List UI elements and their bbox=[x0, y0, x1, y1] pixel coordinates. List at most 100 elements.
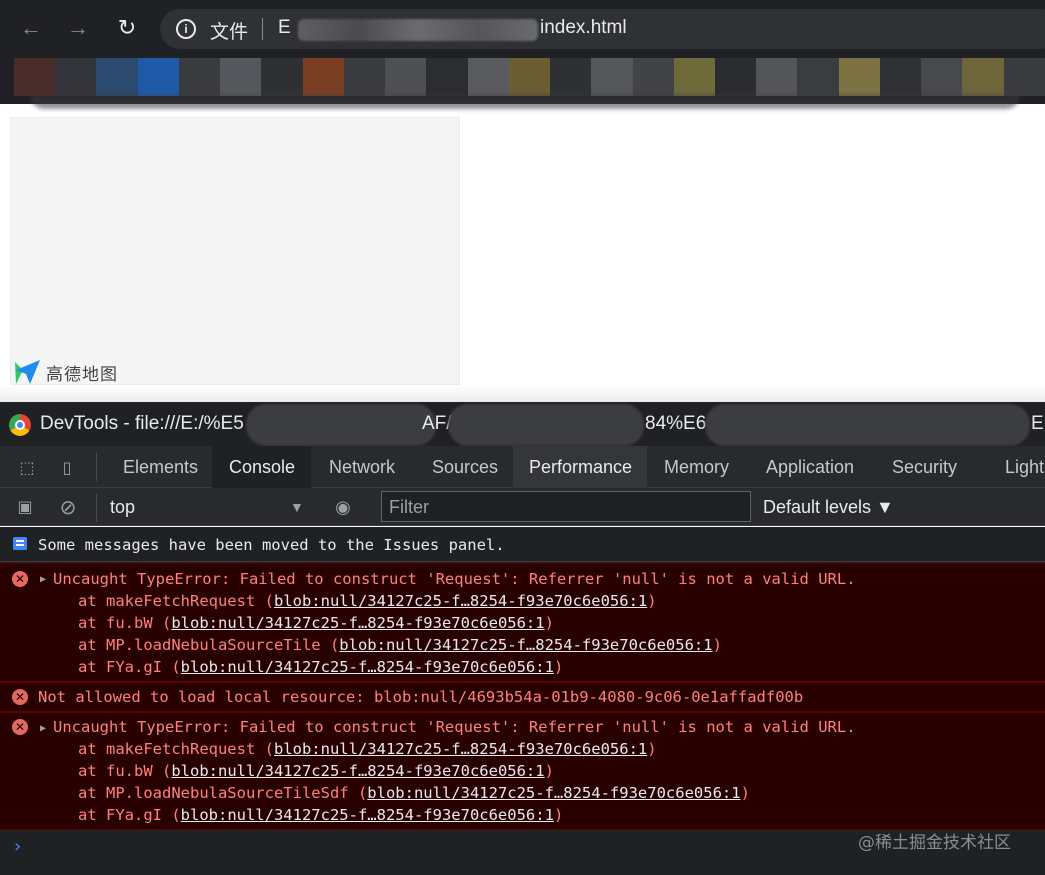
error-message: ✕ Not allowed to load local resource: bl… bbox=[0, 682, 1045, 712]
tab-security[interactable]: Security bbox=[878, 446, 971, 488]
bookmarks-bar-edge bbox=[30, 95, 1020, 109]
console-panel: Some messages have been moved to the Iss… bbox=[0, 527, 1045, 875]
device-toolbar-icon[interactable]: ▯ bbox=[55, 456, 79, 480]
bookmark-block bbox=[261, 58, 303, 96]
bookmark-block bbox=[508, 58, 551, 96]
bookmark-block bbox=[632, 58, 674, 96]
stack-frame: at fu.bW (blob:null/34127c25-f…8254-f93e… bbox=[78, 614, 554, 632]
title-redacted-2 bbox=[448, 404, 644, 446]
stack-frame: at MP.loadNebulaSourceTileSdf (blob:null… bbox=[78, 784, 750, 802]
source-link[interactable]: blob:null/34127c25-f…8254-f93e70c6e056:1 bbox=[367, 784, 740, 802]
toolbar-divider bbox=[96, 494, 97, 522]
error-text: Uncaught TypeError: Failed to construct … bbox=[53, 570, 856, 588]
bookmark-block bbox=[714, 58, 757, 96]
log-levels-dropdown[interactable]: Default levels ▼ bbox=[763, 497, 894, 518]
source-link[interactable]: blob:null/34127c25-f…8254-f93e70c6e056:1 bbox=[274, 592, 647, 610]
stack-frame: at MP.loadNebulaSourceTile (blob:null/34… bbox=[78, 636, 722, 654]
map-logo-text: 高德地图 bbox=[46, 364, 118, 384]
stack-frame: at FYa.gI (blob:null/34127c25-f…8254-f93… bbox=[78, 658, 564, 676]
bookmarks-bar-redacted bbox=[14, 58, 1045, 96]
title-redacted-3 bbox=[705, 404, 1030, 446]
error-message: ✕ ▶ Uncaught TypeError: Failed to constr… bbox=[0, 563, 1045, 682]
watermark-text: @稀土掘金技术社区 bbox=[858, 833, 1011, 853]
console-prompt[interactable]: › bbox=[14, 836, 21, 857]
error-icon: ✕ bbox=[12, 571, 28, 587]
bookmark-block bbox=[1003, 58, 1045, 96]
bookmark-block bbox=[838, 58, 880, 96]
stack-frame: at makeFetchRequest (blob:null/34127c25-… bbox=[78, 592, 657, 610]
tab-elements[interactable]: Elements bbox=[109, 446, 212, 488]
bookmark-block bbox=[220, 58, 262, 96]
issues-info-icon bbox=[13, 537, 27, 550]
tab-performance[interactable]: Performance bbox=[513, 446, 647, 488]
bookmark-block bbox=[96, 58, 138, 96]
title-fragment: E bbox=[1031, 413, 1044, 434]
console-filter-input[interactable]: Filter bbox=[381, 491, 751, 522]
expand-arrow-icon[interactable]: ▶ bbox=[40, 574, 46, 585]
bookmark-block bbox=[385, 58, 427, 96]
chrome-icon bbox=[9, 414, 31, 436]
inspect-element-icon[interactable]: ⬚ bbox=[15, 456, 39, 480]
back-arrow-icon[interactable]: ← bbox=[17, 14, 45, 42]
live-expression-eye-icon[interactable]: ◉ bbox=[331, 495, 355, 519]
error-text: Not allowed to load local resource: blob… bbox=[38, 688, 804, 706]
stack-frame: at FYa.gI (blob:null/34127c25-f…8254-f93… bbox=[78, 806, 564, 824]
url-scheme-label: 文件 bbox=[210, 22, 249, 43]
error-icon: ✕ bbox=[12, 719, 28, 735]
url-redacted bbox=[298, 19, 538, 41]
error-message: ✕ ▶ Uncaught TypeError: Failed to constr… bbox=[0, 712, 1045, 830]
bookmark-block bbox=[467, 58, 509, 96]
bookmark-block bbox=[343, 58, 386, 96]
source-link[interactable]: blob:null/34127c25-f…8254-f93e70c6e056:1 bbox=[181, 806, 554, 824]
reload-icon[interactable]: ↻ bbox=[113, 14, 141, 42]
map-container[interactable] bbox=[10, 117, 460, 385]
source-link[interactable]: blob:null/34127c25-f…8254-f93e70c6e056:1 bbox=[171, 614, 544, 632]
bookmark-block bbox=[921, 58, 963, 96]
tab-network[interactable]: Network bbox=[315, 446, 409, 488]
map-logo[interactable]: 高德地图 bbox=[12, 358, 118, 386]
amap-logo-icon bbox=[15, 360, 40, 384]
bookmark-block bbox=[178, 58, 221, 96]
source-link[interactable]: blob:null/34127c25-f…8254-f93e70c6e056:1 bbox=[181, 658, 554, 676]
source-link[interactable]: blob:null/34127c25-f…8254-f93e70c6e056:1 bbox=[171, 762, 544, 780]
tab-console[interactable]: Console bbox=[212, 446, 311, 488]
bookmark-block bbox=[591, 58, 633, 96]
devtools-title: DevTools - file:///E:/%E5 bbox=[40, 413, 244, 434]
error-icon: ✕ bbox=[12, 689, 28, 705]
bookmark-block bbox=[14, 58, 56, 96]
expand-arrow-icon[interactable]: ▶ bbox=[40, 723, 46, 734]
tab-lighthouse[interactable]: Light bbox=[991, 446, 1045, 488]
bookmark-block bbox=[302, 58, 344, 96]
sidebar-toggle-icon[interactable]: ▣ bbox=[13, 495, 37, 519]
source-link[interactable]: blob:null/34127c25-f…8254-f93e70c6e056:1 bbox=[339, 636, 712, 654]
context-dropdown-arrow[interactable]: ▼ bbox=[290, 499, 304, 515]
info-message-text: Some messages have been moved to the Iss… bbox=[38, 536, 505, 554]
url-prefix: E bbox=[278, 17, 291, 38]
stack-frame: at makeFetchRequest (blob:null/34127c25-… bbox=[78, 740, 657, 758]
bookmark-block bbox=[797, 58, 839, 96]
forward-arrow-icon[interactable]: → bbox=[64, 14, 92, 42]
title-fragment: 84%E6 bbox=[645, 413, 707, 434]
bookmark-block bbox=[55, 58, 97, 96]
bookmark-block bbox=[673, 58, 715, 96]
title-redacted-1 bbox=[246, 404, 436, 446]
error-text: Uncaught TypeError: Failed to construct … bbox=[53, 718, 856, 736]
toolbar-divider bbox=[96, 453, 97, 481]
address-separator bbox=[262, 18, 263, 40]
source-link[interactable]: blob:null/34127c25-f…8254-f93e70c6e056:1 bbox=[274, 740, 647, 758]
clear-console-icon[interactable]: ⊘ bbox=[56, 495, 80, 519]
tab-sources[interactable]: Sources bbox=[418, 446, 512, 488]
tab-memory[interactable]: Memory bbox=[650, 446, 743, 488]
bookmark-block bbox=[550, 58, 592, 96]
bookmark-block bbox=[426, 58, 468, 96]
bookmark-block bbox=[756, 58, 798, 96]
tab-application[interactable]: Application bbox=[752, 446, 868, 488]
bookmark-block bbox=[879, 58, 922, 96]
context-selector[interactable]: top bbox=[110, 497, 135, 518]
bookmark-block bbox=[962, 58, 1004, 96]
url-filename: index.html bbox=[540, 17, 627, 38]
stack-frame: at fu.bW (blob:null/34127c25-f…8254-f93e… bbox=[78, 762, 554, 780]
info-message: Some messages have been moved to the Iss… bbox=[0, 527, 1045, 562]
site-info-icon[interactable]: i bbox=[176, 19, 196, 39]
bookmark-block bbox=[137, 58, 179, 96]
